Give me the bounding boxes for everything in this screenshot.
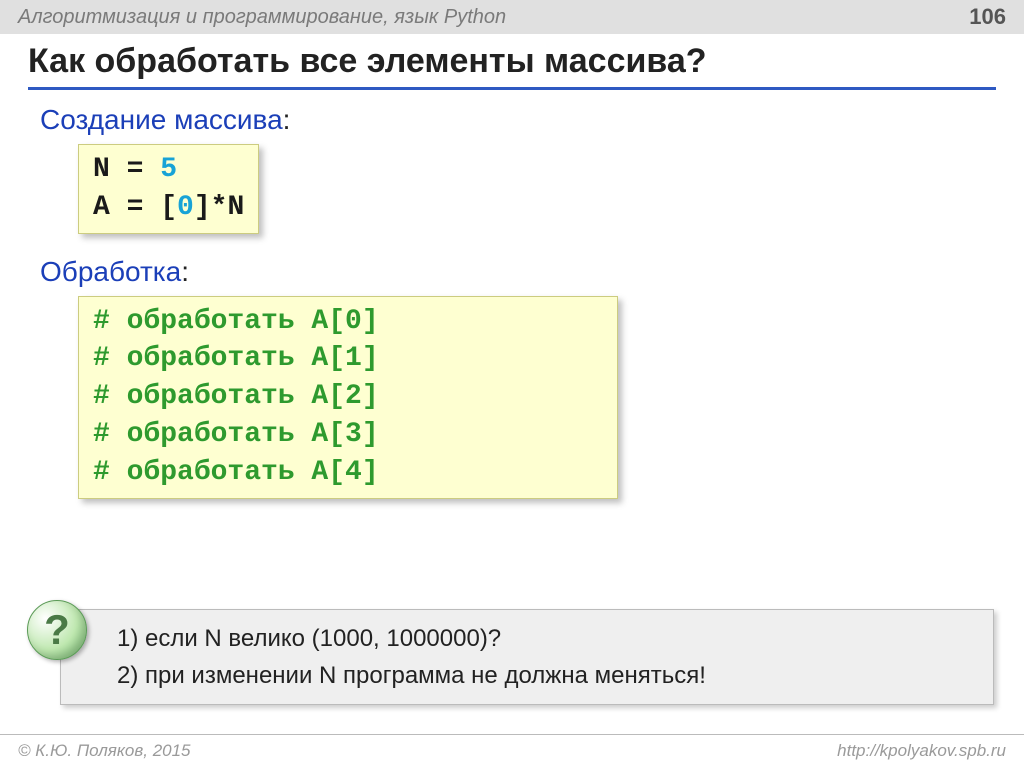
page-number: 106: [969, 4, 1006, 30]
footer-copyright: © К.Ю. Поляков, 2015: [18, 741, 191, 761]
question-callout: ? 1) если N велико (1000, 1000000)? 2) п…: [60, 609, 994, 705]
code-line: # обработать A[3]: [93, 416, 603, 454]
code-line: # обработать A[1]: [93, 340, 603, 378]
code-line: # обработать A[2]: [93, 378, 603, 416]
content-area: Создание массива: N = 5 A = [0]*N Обрабо…: [0, 90, 1024, 499]
header-subject: Алгоритмизация и программирование, язык …: [18, 6, 506, 29]
footer-bar: © К.Ю. Поляков, 2015 http://kpolyakov.sp…: [0, 734, 1024, 767]
question-line: 1) если N велико (1000, 1000000)?: [117, 620, 977, 657]
page-title: Как обработать все элементы массива?: [28, 42, 996, 90]
section-heading-process: Обработка:: [40, 256, 984, 288]
header-bar: Алгоритмизация и программирование, язык …: [0, 0, 1024, 34]
section-heading-create: Создание массива:: [40, 104, 984, 136]
question-icon: ?: [27, 600, 87, 660]
code-block-create: N = 5 A = [0]*N: [78, 144, 259, 234]
slide: Алгоритмизация и программирование, язык …: [0, 0, 1024, 767]
footer-url: http://kpolyakov.spb.ru: [837, 741, 1006, 761]
code-line: # обработать A[4]: [93, 454, 603, 492]
code-line: # обработать A[0]: [93, 303, 603, 341]
question-line: 2) при изменении N программа не должна м…: [117, 657, 977, 694]
code-block-process: # обработать A[0] # обработать A[1] # об…: [78, 296, 618, 499]
code-line: N = 5: [93, 151, 244, 189]
code-line: A = [0]*N: [93, 189, 244, 227]
